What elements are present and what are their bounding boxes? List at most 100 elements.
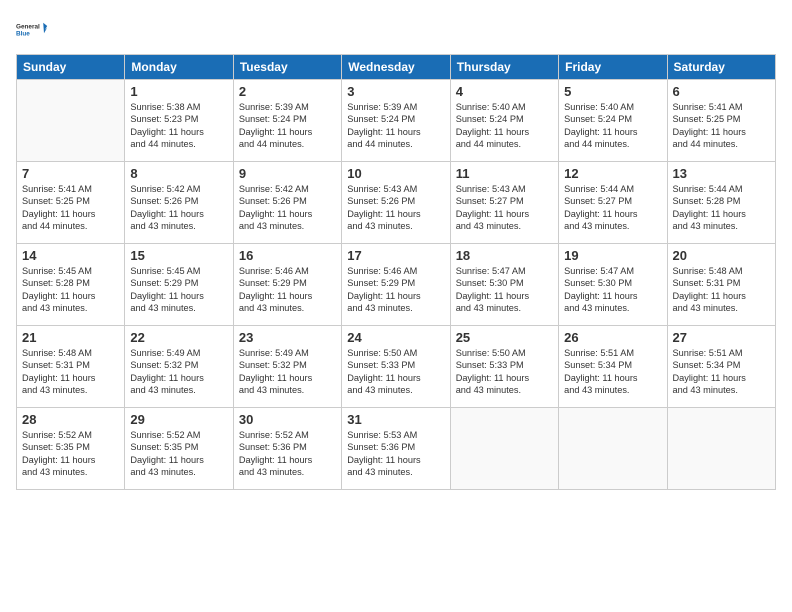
day-number: 18	[456, 248, 553, 263]
day-number: 17	[347, 248, 444, 263]
day-number: 22	[130, 330, 227, 345]
calendar-table: SundayMondayTuesdayWednesdayThursdayFrid…	[16, 54, 776, 490]
calendar-cell: 12 Sunrise: 5:44 AM Sunset: 5:27 PM Dayli…	[559, 162, 667, 244]
cell-info: Sunrise: 5:40 AM Sunset: 5:24 PM Dayligh…	[456, 101, 553, 151]
cell-info: Sunrise: 5:44 AM Sunset: 5:28 PM Dayligh…	[673, 183, 770, 233]
calendar-cell	[667, 408, 775, 490]
cell-info: Sunrise: 5:38 AM Sunset: 5:23 PM Dayligh…	[130, 101, 227, 151]
day-number: 23	[239, 330, 336, 345]
week-row-3: 21Sunrise: 5:48 AM Sunset: 5:31 PM Dayli…	[17, 326, 776, 408]
cell-info: Sunrise: 5:52 AM Sunset: 5:35 PM Dayligh…	[22, 429, 119, 479]
cell-info: Sunrise: 5:47 AM Sunset: 5:30 PM Dayligh…	[456, 265, 553, 315]
calendar-cell	[559, 408, 667, 490]
cell-info: Sunrise: 5:41 AM Sunset: 5:25 PM Dayligh…	[673, 101, 770, 151]
col-header-tuesday: Tuesday	[233, 55, 341, 80]
week-row-1: 7 Sunrise: 5:41 AM Sunset: 5:25 PM Daylig…	[17, 162, 776, 244]
cell-info: Sunrise: 5:50 AM Sunset: 5:33 PM Dayligh…	[456, 347, 553, 397]
col-header-wednesday: Wednesday	[342, 55, 450, 80]
calendar-cell: 25Sunrise: 5:50 AM Sunset: 5:33 PM Dayli…	[450, 326, 558, 408]
col-header-sunday: Sunday	[17, 55, 125, 80]
calendar-cell: 20Sunrise: 5:48 AM Sunset: 5:31 PM Dayli…	[667, 244, 775, 326]
svg-text:Blue: Blue	[16, 31, 30, 38]
week-row-2: 14 Sunrise: 5:45 AM Sunset: 5:28 PM Dayli…	[17, 244, 776, 326]
day-number: 24	[347, 330, 444, 345]
col-header-saturday: Saturday	[667, 55, 775, 80]
day-number: 7	[22, 166, 119, 181]
calendar-cell: 24Sunrise: 5:50 AM Sunset: 5:33 PM Dayli…	[342, 326, 450, 408]
calendar-cell: 21Sunrise: 5:48 AM Sunset: 5:31 PM Dayli…	[17, 326, 125, 408]
cell-info: Sunrise: 5:51 AM Sunset: 5:34 PM Dayligh…	[673, 347, 770, 397]
calendar-cell: 14 Sunrise: 5:45 AM Sunset: 5:28 PM Dayli…	[17, 244, 125, 326]
cell-info: Sunrise: 5:46 AM Sunset: 5:29 PM Dayligh…	[347, 265, 444, 315]
day-number: 4	[456, 84, 553, 99]
calendar-cell: 27 Sunrise: 5:51 AM Sunset: 5:34 PM Dayli…	[667, 326, 775, 408]
day-number: 19	[564, 248, 661, 263]
day-number: 28	[22, 412, 119, 427]
day-number: 3	[347, 84, 444, 99]
cell-info: Sunrise: 5:53 AM Sunset: 5:36 PM Dayligh…	[347, 429, 444, 479]
day-number: 5	[564, 84, 661, 99]
calendar-cell: 6Sunrise: 5:41 AM Sunset: 5:25 PM Daylig…	[667, 80, 775, 162]
cell-info: Sunrise: 5:49 AM Sunset: 5:32 PM Dayligh…	[130, 347, 227, 397]
cell-info: Sunrise: 5:45 AM Sunset: 5:28 PM Dayligh…	[22, 265, 119, 315]
logo: General Blue	[16, 12, 48, 48]
calendar-cell: 1Sunrise: 5:38 AM Sunset: 5:23 PM Daylig…	[125, 80, 233, 162]
calendar-cell: 3Sunrise: 5:39 AM Sunset: 5:24 PM Daylig…	[342, 80, 450, 162]
svg-text:General: General	[16, 23, 40, 30]
day-number: 30	[239, 412, 336, 427]
header: General Blue	[16, 12, 776, 48]
cell-info: Sunrise: 5:43 AM Sunset: 5:27 PM Dayligh…	[456, 183, 553, 233]
day-number: 12	[564, 166, 661, 181]
calendar-cell: 15 Sunrise: 5:45 AM Sunset: 5:29 PM Dayli…	[125, 244, 233, 326]
calendar-cell: 18 Sunrise: 5:47 AM Sunset: 5:30 PM Dayli…	[450, 244, 558, 326]
cell-info: Sunrise: 5:45 AM Sunset: 5:29 PM Dayligh…	[130, 265, 227, 315]
cell-info: Sunrise: 5:47 AM Sunset: 5:30 PM Dayligh…	[564, 265, 661, 315]
day-number: 10	[347, 166, 444, 181]
day-number: 2	[239, 84, 336, 99]
week-row-4: 28 Sunrise: 5:52 AM Sunset: 5:35 PM Dayli…	[17, 408, 776, 490]
cell-info: Sunrise: 5:46 AM Sunset: 5:29 PM Dayligh…	[239, 265, 336, 315]
page: General Blue SundayMondayTuesdayWednesda…	[0, 0, 792, 612]
day-number: 27	[673, 330, 770, 345]
day-number: 9	[239, 166, 336, 181]
cell-info: Sunrise: 5:43 AM Sunset: 5:26 PM Dayligh…	[347, 183, 444, 233]
calendar-cell: 5 Sunrise: 5:40 AM Sunset: 5:24 PM Daylig…	[559, 80, 667, 162]
cell-info: Sunrise: 5:44 AM Sunset: 5:27 PM Dayligh…	[564, 183, 661, 233]
cell-info: Sunrise: 5:52 AM Sunset: 5:36 PM Dayligh…	[239, 429, 336, 479]
col-header-friday: Friday	[559, 55, 667, 80]
day-number: 29	[130, 412, 227, 427]
logo-svg: General Blue	[16, 12, 48, 48]
day-number: 15	[130, 248, 227, 263]
day-number: 26	[564, 330, 661, 345]
day-number: 13	[673, 166, 770, 181]
calendar-cell: 30 Sunrise: 5:52 AM Sunset: 5:36 PM Dayli…	[233, 408, 341, 490]
calendar-cell: 23Sunrise: 5:49 AM Sunset: 5:32 PM Dayli…	[233, 326, 341, 408]
calendar-cell: 28 Sunrise: 5:52 AM Sunset: 5:35 PM Dayli…	[17, 408, 125, 490]
calendar-cell: 31Sunrise: 5:53 AM Sunset: 5:36 PM Dayli…	[342, 408, 450, 490]
calendar-cell: 22 Sunrise: 5:49 AM Sunset: 5:32 PM Dayli…	[125, 326, 233, 408]
day-number: 8	[130, 166, 227, 181]
calendar-cell: 13 Sunrise: 5:44 AM Sunset: 5:28 PM Dayli…	[667, 162, 775, 244]
calendar-cell: 19 Sunrise: 5:47 AM Sunset: 5:30 PM Dayli…	[559, 244, 667, 326]
calendar-cell: 16 Sunrise: 5:46 AM Sunset: 5:29 PM Dayli…	[233, 244, 341, 326]
week-row-0: 1Sunrise: 5:38 AM Sunset: 5:23 PM Daylig…	[17, 80, 776, 162]
cell-info: Sunrise: 5:39 AM Sunset: 5:24 PM Dayligh…	[239, 101, 336, 151]
day-number: 16	[239, 248, 336, 263]
calendar-cell: 7 Sunrise: 5:41 AM Sunset: 5:25 PM Daylig…	[17, 162, 125, 244]
day-number: 11	[456, 166, 553, 181]
calendar-cell: 9Sunrise: 5:42 AM Sunset: 5:26 PM Daylig…	[233, 162, 341, 244]
cell-info: Sunrise: 5:42 AM Sunset: 5:26 PM Dayligh…	[130, 183, 227, 233]
calendar-cell: 4 Sunrise: 5:40 AM Sunset: 5:24 PM Daylig…	[450, 80, 558, 162]
cell-info: Sunrise: 5:48 AM Sunset: 5:31 PM Dayligh…	[22, 347, 119, 397]
cell-info: Sunrise: 5:40 AM Sunset: 5:24 PM Dayligh…	[564, 101, 661, 151]
calendar-cell: 2 Sunrise: 5:39 AM Sunset: 5:24 PM Daylig…	[233, 80, 341, 162]
col-header-monday: Monday	[125, 55, 233, 80]
calendar-cell: 17 Sunrise: 5:46 AM Sunset: 5:29 PM Dayli…	[342, 244, 450, 326]
day-number: 14	[22, 248, 119, 263]
calendar-cell: 10 Sunrise: 5:43 AM Sunset: 5:26 PM Dayli…	[342, 162, 450, 244]
col-header-thursday: Thursday	[450, 55, 558, 80]
calendar-cell: 8 Sunrise: 5:42 AM Sunset: 5:26 PM Daylig…	[125, 162, 233, 244]
cell-info: Sunrise: 5:41 AM Sunset: 5:25 PM Dayligh…	[22, 183, 119, 233]
cell-info: Sunrise: 5:52 AM Sunset: 5:35 PM Dayligh…	[130, 429, 227, 479]
cell-info: Sunrise: 5:51 AM Sunset: 5:34 PM Dayligh…	[564, 347, 661, 397]
